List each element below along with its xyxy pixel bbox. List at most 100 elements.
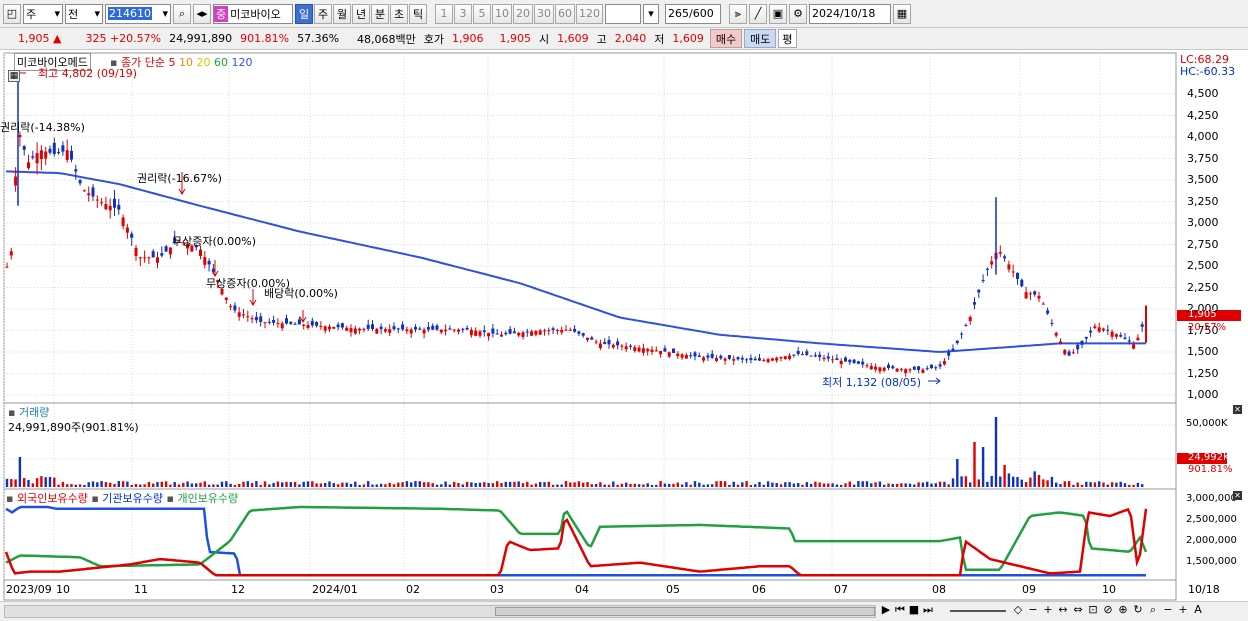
candle-body — [646, 348, 650, 352]
volume-bar — [23, 478, 26, 487]
volume-bar — [1007, 473, 1011, 487]
draw-line-icon[interactable]: ╱ — [749, 3, 767, 24]
candle-body — [1003, 256, 1007, 259]
candle-body — [1080, 340, 1084, 345]
volume-bar — [1110, 482, 1114, 487]
stop-icon[interactable]: ■ — [908, 604, 920, 616]
volume-bar — [504, 481, 507, 487]
chart-settings-icon[interactable]: ▦ — [8, 70, 20, 82]
speaker-icon[interactable]: ◂▸ — [193, 3, 211, 24]
play-icon[interactable]: ▶ — [880, 604, 892, 616]
interval-tab[interactable]: 120 — [576, 3, 603, 24]
interval-tab[interactable]: 5 — [473, 3, 491, 24]
forward-icon[interactable]: ⏭ — [922, 604, 934, 616]
zoom-in-icon[interactable]: + — [1177, 604, 1189, 616]
candle-body — [792, 354, 796, 356]
gear-icon[interactable]: ⚙ — [789, 3, 807, 24]
link-icon[interactable]: ⊘ — [1102, 604, 1114, 616]
candle-body — [650, 349, 654, 352]
search-icon[interactable]: ⌕ — [173, 3, 191, 24]
volume-bar — [139, 484, 142, 487]
zoom-reset-icon[interactable]: ⊡ — [1087, 604, 1099, 616]
flat-button[interactable]: 평 — [778, 29, 797, 48]
period-tab[interactable]: 틱 — [409, 3, 427, 24]
interval-tab[interactable]: 10 — [492, 3, 512, 24]
chevron-down-icon[interactable]: ▾ — [643, 3, 659, 24]
interval-tab[interactable]: 3 — [454, 3, 472, 24]
volume-bar — [934, 483, 937, 487]
rewind-icon[interactable]: ⏮ — [894, 604, 906, 616]
expand-icon[interactable]: ↔ — [1057, 604, 1069, 616]
candle-body — [684, 355, 688, 359]
volume-bar — [887, 483, 890, 487]
interval-input[interactable] — [605, 3, 641, 24]
count-field[interactable]: 265/600 — [665, 3, 721, 24]
interval-tab[interactable]: 30 — [534, 3, 554, 24]
candle-body — [418, 328, 422, 330]
volume-bar — [289, 482, 292, 487]
save-icon[interactable]: ▣ — [769, 3, 787, 24]
code-input[interactable]: 214610 ▾ — [105, 3, 171, 24]
volume-bar — [1055, 482, 1058, 487]
period-tab[interactable]: 주 — [314, 3, 332, 24]
candle-icon[interactable]: ⫸ — [729, 3, 747, 24]
interval-tab[interactable]: 1 — [435, 3, 453, 24]
compare-icon[interactable]: ⊕ — [1117, 604, 1129, 616]
volume-bar — [599, 482, 602, 487]
zoom-out-icon[interactable]: − — [1162, 604, 1174, 616]
candle-body — [637, 347, 641, 352]
scroll-thumb[interactable] — [495, 607, 875, 616]
chart-scrollbar[interactable]: ▶ ⏮ ■ ⏭ ◇ − + ↔ ⇔ ⊡ ⊘ ⊕ ↻ ⌕ − + A — [0, 601, 1248, 621]
candle-body — [676, 353, 680, 357]
volume-bar — [788, 482, 791, 487]
date-field[interactable]: 2024/10/18 — [809, 3, 891, 24]
price-tick: 3,250 — [1187, 194, 1219, 208]
calendar-icon[interactable]: ▦ — [893, 3, 911, 24]
period-tab[interactable]: 일 — [295, 3, 313, 24]
candle-body — [521, 332, 525, 337]
candle-body — [444, 329, 448, 332]
compress-icon[interactable]: ⇔ — [1072, 604, 1084, 616]
candle-body — [1123, 337, 1127, 340]
cursor-icon[interactable]: ◇ — [1012, 604, 1024, 616]
volume-bar — [977, 479, 980, 487]
period-tab[interactable]: 월 — [333, 3, 351, 24]
period-tab[interactable]: 초 — [390, 3, 408, 24]
minus-icon[interactable]: − — [1027, 604, 1039, 616]
candle-body — [52, 142, 56, 154]
period-tab[interactable]: 년 — [352, 3, 370, 24]
font-size-icon[interactable]: A — [1192, 604, 1204, 616]
volume-bar — [883, 484, 886, 487]
open-label: 시 — [539, 32, 550, 46]
interval-tab[interactable]: 60 — [555, 3, 575, 24]
volume-bar — [100, 481, 103, 487]
volume-bar — [969, 482, 972, 487]
layout-icon[interactable]: ◰ — [3, 3, 21, 24]
candle-body — [740, 357, 744, 360]
volume-bar — [440, 484, 443, 487]
chart-canvas[interactable] — [0, 51, 1248, 601]
scroll-track[interactable] — [4, 605, 876, 618]
refresh-icon[interactable]: ↻ — [1132, 604, 1144, 616]
prev-select[interactable]: 전 ▾ — [65, 3, 103, 24]
sell-button[interactable]: 매도 — [744, 29, 777, 48]
interval-tab[interactable]: 20 — [513, 3, 533, 24]
volume-bar — [362, 484, 366, 487]
stock-chart[interactable]: 미코바이오메드 ▪ 종가 단순 5 10 20 60 120 ▦ 최고 4,80… — [0, 51, 1248, 601]
volume-bar — [109, 482, 112, 487]
zoom-slider[interactable] — [950, 610, 1006, 612]
buy-button[interactable]: 매수 — [709, 29, 743, 48]
candle-body — [332, 326, 336, 329]
volume-bar — [1089, 482, 1092, 487]
volume-bar — [1085, 481, 1088, 487]
stock-name-field[interactable]: 중 미코바이오 — [213, 3, 293, 24]
volume-bar — [620, 483, 624, 487]
x-axis-pane — [3, 579, 1177, 601]
market-select[interactable]: 주 ▾ — [23, 3, 63, 24]
period-tab[interactable]: 분 — [371, 3, 389, 24]
close-pane-icon[interactable]: ✕ — [1233, 491, 1242, 500]
plus-icon[interactable]: + — [1042, 604, 1054, 616]
magnify-icon[interactable]: ⌕ — [1147, 604, 1159, 616]
volume-bar — [345, 482, 348, 487]
close-pane-icon[interactable]: ✕ — [1233, 405, 1242, 414]
